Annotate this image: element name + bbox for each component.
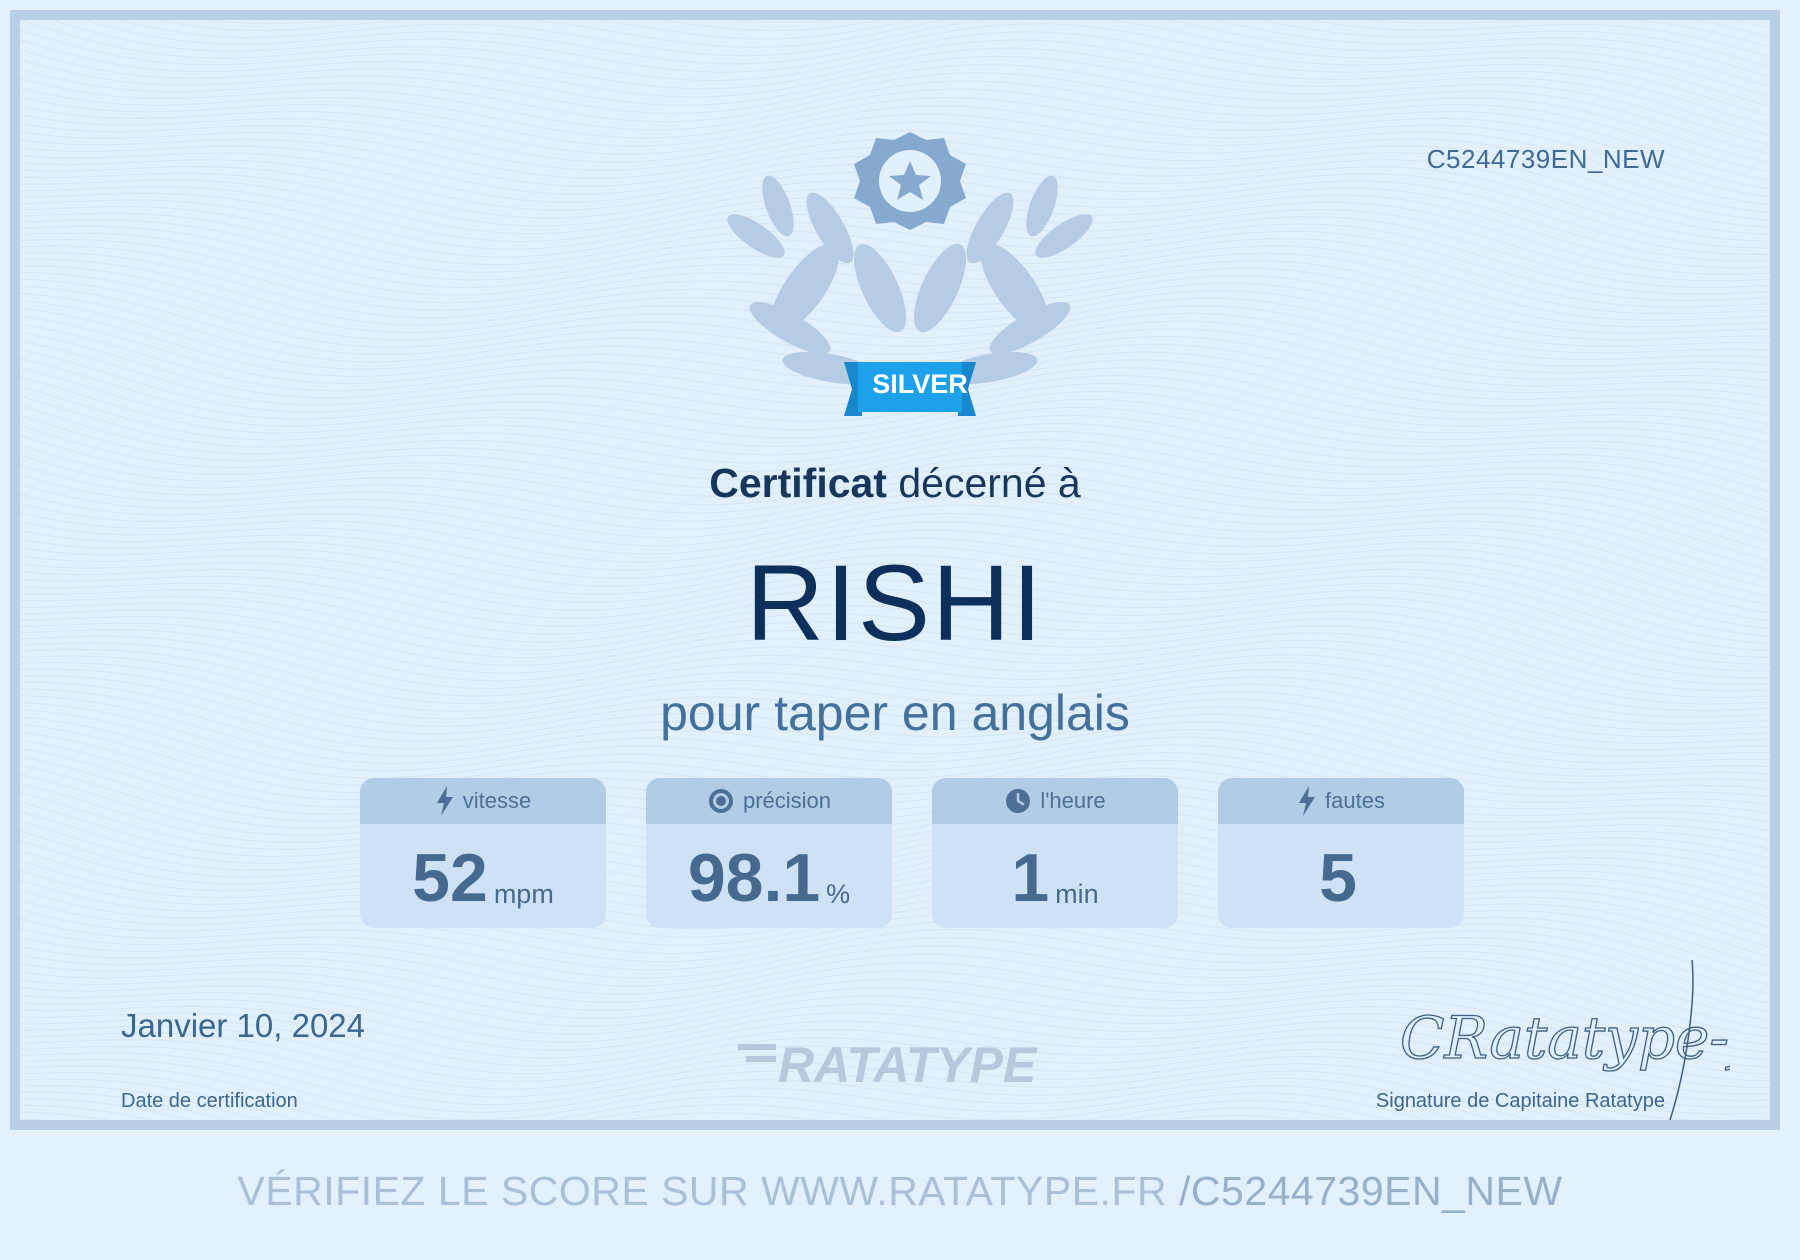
verify-score-line: VÉRIFIEZ LE SCORE SUR WWW.RATATYPE.FR /C… [0,1168,1800,1215]
stat-body: 98.1 % [646,824,892,928]
certificate-card: C5244739EN_NEW SILVER Certificat décerné… [10,10,1780,1130]
verify-prefix: VÉRIFIEZ LE SCORE SUR WWW.RATATYPE.FR [237,1168,1168,1214]
signature-label: Signature de Capitaine Ratatype [1375,1090,1665,1112]
certificate-purpose: pour taper en anglais [660,685,1130,741]
stat-unit: min [1055,879,1099,909]
guilloche-line [1693,20,1770,39]
lightning-icon [1299,786,1316,816]
stat-unit: mpm [493,879,554,909]
stat-body: 5 [1218,824,1464,928]
svg-text:RATATYPE: RATATYPE [778,1037,1038,1092]
stat-header: l'heure [932,778,1178,824]
lightning-icon [436,786,453,816]
target-icon [708,789,733,813]
ratatype-logo: RATATYPE [738,1037,1038,1092]
recipient-name: RISHI [745,542,1045,663]
verify-code: /C5244739EN_NEW [1179,1168,1563,1214]
stat-value: 5 [1319,840,1357,916]
level-badge-label: SILVER [872,369,968,399]
stat-label: fautes [1325,788,1385,813]
certification-date: Janvier 10, 2024 [121,1007,366,1044]
stat-value: 98.1 [687,840,821,916]
stat-header: vitesse [360,778,606,824]
stat-label: vitesse [462,788,532,813]
star-badge-icon [854,132,966,230]
guilloche-line [50,20,1770,117]
stat-label: l'heure [1040,788,1106,813]
stat-card-errors: fautes 5 [1218,778,1464,928]
certificate-id: C5244739EN_NEW [1426,144,1665,174]
svg-text:CRatatype-fé: CRatatype-fé [1400,1004,1730,1072]
stat-unit: % [826,879,851,909]
stat-card-accuracy: précision 98.1 % [646,778,892,928]
stat-label: précision [742,788,832,813]
stat-card-time: l'heure 1 min [932,778,1178,928]
guilloche-line [156,20,1770,88]
stat-header: fautes [1218,778,1464,824]
heading-rest: décerné à [898,460,1081,506]
certificate-heading: Certificat décerné à [20,460,1770,507]
clock-icon [1006,789,1031,813]
heading-bold: Certificat [709,460,887,506]
stat-value: 52 [412,840,488,916]
stat-value: 1 [1011,840,1050,916]
certification-date-label: Date de certification [121,1090,298,1112]
stats-row: vitesse 52 mpm précision 98.1 % l'heure … [360,778,1464,928]
stat-body: 52 mpm [360,824,606,928]
certificate-page: C5244739EN_NEW SILVER Certificat décerné… [0,0,1800,1260]
stat-header: précision [646,778,892,824]
stat-body: 1 min [932,824,1178,928]
stat-card-speed: vitesse 52 mpm [360,778,606,928]
